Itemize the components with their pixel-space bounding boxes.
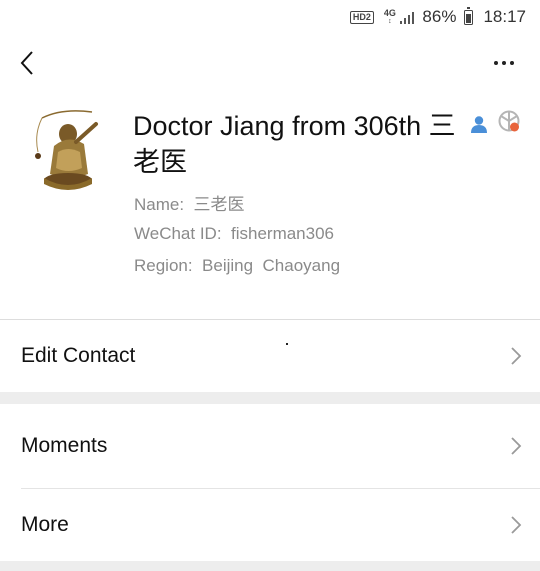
status-bar: HD2 4G ↕ 86% 18:17 — [0, 0, 540, 34]
section-gap — [0, 392, 540, 404]
signal-strength-icon — [399, 11, 415, 24]
network-type-label: 4G — [383, 8, 396, 18]
more-dot — [502, 61, 506, 65]
wechat-id-line: WeChat ID: fisherman306 — [134, 224, 334, 243]
nav-bar — [0, 40, 540, 86]
region-line: Region: Beijing Chaoyang — [134, 256, 341, 275]
more-row[interactable]: More — [0, 489, 540, 561]
data-arrows-icon: ↕ — [388, 18, 392, 25]
chevron-right-icon — [511, 347, 522, 365]
more-label: More — [21, 513, 69, 536]
more-dot — [494, 61, 498, 65]
profile-header: Doctor Jiang from 306th 三老医 Name: 三老医 We… — [0, 100, 540, 318]
contact-display-name: Doctor Jiang from 306th 三老医 — [133, 111, 456, 177]
moments-label: Moments — [21, 434, 108, 457]
more-dot — [510, 61, 514, 65]
more-options-button[interactable] — [488, 50, 520, 76]
contact-name-line: Name: 三老医 — [134, 195, 245, 214]
hd-voice-badge: HD2 — [349, 10, 374, 24]
battery-percent: 86% — [422, 7, 457, 26]
contact-person-icon[interactable] — [469, 114, 489, 134]
chevron-left-icon — [20, 51, 33, 75]
avatar-statue-image — [35, 110, 98, 190]
stray-dot — [286, 343, 288, 345]
chevron-right-icon — [511, 516, 522, 534]
battery-fill — [466, 13, 472, 23]
chevron-right-icon — [511, 437, 522, 455]
moments-row[interactable]: Moments — [0, 404, 540, 488]
avatar[interactable] — [22, 104, 114, 196]
moments-camera-icon[interactable] — [498, 110, 520, 132]
status-time: 18:17 — [483, 7, 526, 26]
edit-contact-label: Edit Contact — [21, 344, 136, 367]
edit-contact-row[interactable]: Edit Contact — [0, 320, 540, 392]
back-button[interactable] — [12, 48, 42, 78]
network-type-icon: 4G ↕ — [383, 8, 396, 26]
battery-icon — [464, 6, 474, 25]
bottom-gap — [0, 561, 540, 571]
